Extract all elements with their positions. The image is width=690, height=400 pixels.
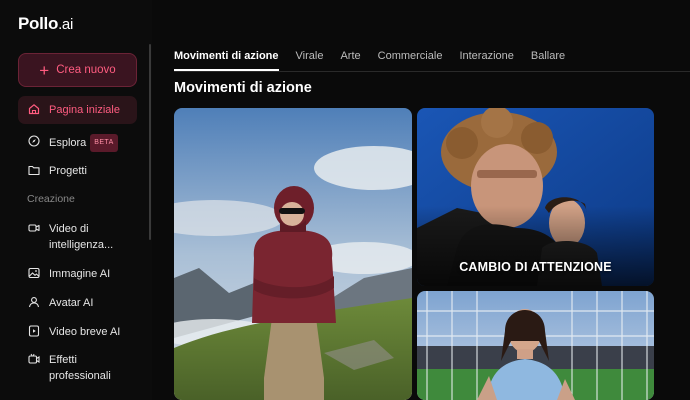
sidebar-item-label: Esplora xyxy=(49,137,87,149)
sidebar-item-label: Video breve AI xyxy=(49,326,121,338)
sidebar: Pollo.ai + Crea nuovo Pagina iniziale Es… xyxy=(0,0,152,400)
create-new-button[interactable]: + Crea nuovo xyxy=(18,53,137,87)
create-new-label: Crea nuovo xyxy=(56,64,116,76)
short-video-icon xyxy=(28,325,40,337)
tab-action-moves[interactable]: Movimenti di azione xyxy=(174,50,279,71)
card-caption: CAMBIO DI ATTENZIONE xyxy=(459,260,612,274)
logo-suffix-text: .ai xyxy=(58,16,74,33)
video-card-hiker[interactable] xyxy=(174,108,412,400)
page-title: Movimenti di azione xyxy=(174,80,312,96)
sidebar-item-label: Pagina iniziale xyxy=(49,104,120,116)
sidebar-item-ai-video[interactable]: Video di intelligenza... xyxy=(18,215,137,259)
sidebar-item-ai-image[interactable]: Immagine AI xyxy=(18,260,137,288)
sidebar-item-label: Effetti professionali xyxy=(49,354,111,382)
beta-badge: BETA xyxy=(90,134,118,152)
sidebar-item-label: Progetti xyxy=(49,165,87,177)
video-ai-icon xyxy=(28,224,40,232)
tab-viral[interactable]: Virale xyxy=(296,50,324,71)
plus-icon: + xyxy=(39,60,50,80)
sidebar-item-label: Video di intelligenza... xyxy=(49,223,114,251)
logo-main-text: Pollo xyxy=(18,14,59,33)
sidebar-item-explore[interactable]: Esplora BETA xyxy=(18,128,137,158)
tabs-divider xyxy=(174,71,690,72)
folder-icon xyxy=(28,165,40,176)
sidebar-item-pro-effects[interactable]: Effetti professionali xyxy=(18,346,137,390)
sidebar-item-ai-short-video[interactable]: Video breve AI xyxy=(18,318,137,346)
sidebar-item-label: Avatar AI xyxy=(49,297,94,309)
home-icon xyxy=(28,104,40,115)
stadium-thumbnail xyxy=(417,291,654,400)
category-tabs: Movimenti di azione Virale Arte Commerci… xyxy=(174,50,565,71)
effects-icon xyxy=(28,353,40,364)
hiker-thumbnail xyxy=(174,108,412,400)
tab-commercial[interactable]: Commerciale xyxy=(378,50,443,71)
sidebar-item-label: Immagine AI xyxy=(49,268,111,280)
pollo-logo[interactable]: Pollo.ai xyxy=(18,14,73,34)
compass-icon xyxy=(28,135,40,147)
creation-section-label: Creazione xyxy=(27,193,75,205)
image-ai-icon xyxy=(28,267,40,279)
tab-interaction[interactable]: Interazione xyxy=(459,50,513,71)
sidebar-item-ai-avatar[interactable]: Avatar AI xyxy=(18,289,137,317)
video-card-stadium[interactable] xyxy=(417,291,654,400)
video-card-attention-shift[interactable]: CAMBIO DI ATTENZIONE xyxy=(417,108,654,286)
tab-dance[interactable]: Ballare xyxy=(531,50,565,71)
sidebar-item-projects[interactable]: Progetti xyxy=(18,157,137,185)
sidebar-item-home[interactable]: Pagina iniziale xyxy=(18,96,137,124)
sidebar-scrollbar[interactable] xyxy=(149,44,151,240)
tab-art[interactable]: Arte xyxy=(340,50,360,71)
avatar-icon xyxy=(28,297,40,308)
